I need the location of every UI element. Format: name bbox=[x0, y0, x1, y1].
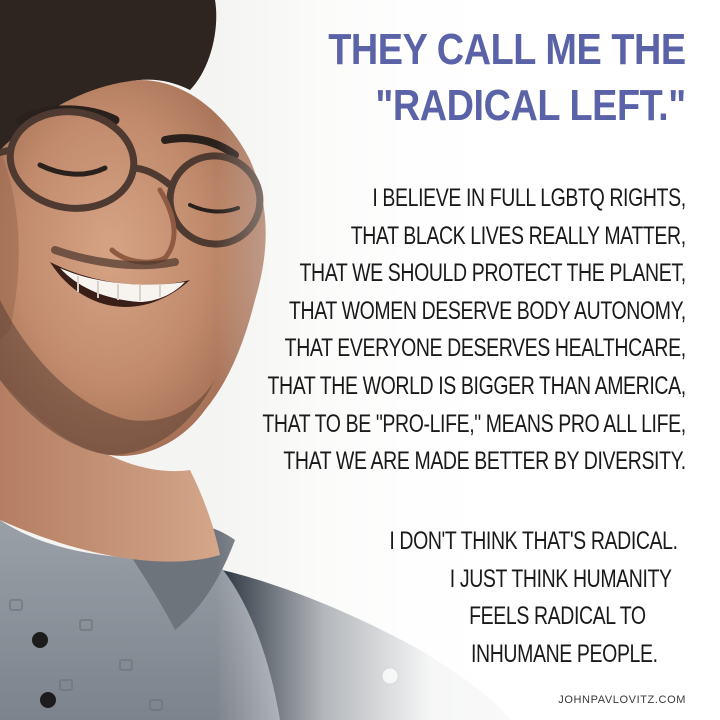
belief-line: I BELIEVE IN FULL LGBTQ RIGHTS, bbox=[372, 184, 687, 212]
headline: THEY CALL ME THE "RADICAL LEFT." bbox=[270, 22, 686, 134]
headline-line: "RADICAL LEFT." bbox=[375, 81, 687, 130]
belief-list: I BELIEVE IN FULL LGBTQ RIGHTS, THAT BLA… bbox=[143, 180, 687, 481]
belief-line: THAT THE WORLD IS BIGGER THAN AMERICA, bbox=[267, 371, 687, 400]
site-credit: JOHNPAVLOVITZ.COM bbox=[558, 694, 686, 706]
belief-line: THAT BLACK LIVES REALLY MATTER, bbox=[350, 221, 686, 250]
headline-line: THEY CALL ME THE bbox=[328, 25, 686, 74]
closing-line: FEELS RADICAL TO bbox=[469, 602, 646, 631]
belief-line: THAT EVERYONE DESERVES HEALTHCARE, bbox=[284, 334, 686, 363]
belief-line: THAT WOMEN DESERVE BODY AUTONOMY, bbox=[289, 296, 686, 325]
closing-line: INHUMANE PEOPLE. bbox=[471, 639, 658, 668]
poster: THEY CALL ME THE "RADICAL LEFT." I BELIE… bbox=[0, 0, 720, 720]
closing-line: I JUST THINK HUMANITY bbox=[450, 564, 672, 593]
belief-line: THAT WE ARE MADE BETTER BY DIVERSITY. bbox=[283, 447, 687, 476]
belief-line: THAT TO BE "PRO-LIFE," MEANS PRO ALL LIF… bbox=[262, 409, 687, 438]
closing-line: I DON'T THINK THAT'S RADICAL. bbox=[389, 527, 679, 555]
closing-statement: I DON'T THINK THAT'S RADICAL. I JUST THI… bbox=[308, 523, 686, 673]
belief-line: THAT WE SHOULD PROTECT THE PLANET, bbox=[299, 259, 687, 288]
